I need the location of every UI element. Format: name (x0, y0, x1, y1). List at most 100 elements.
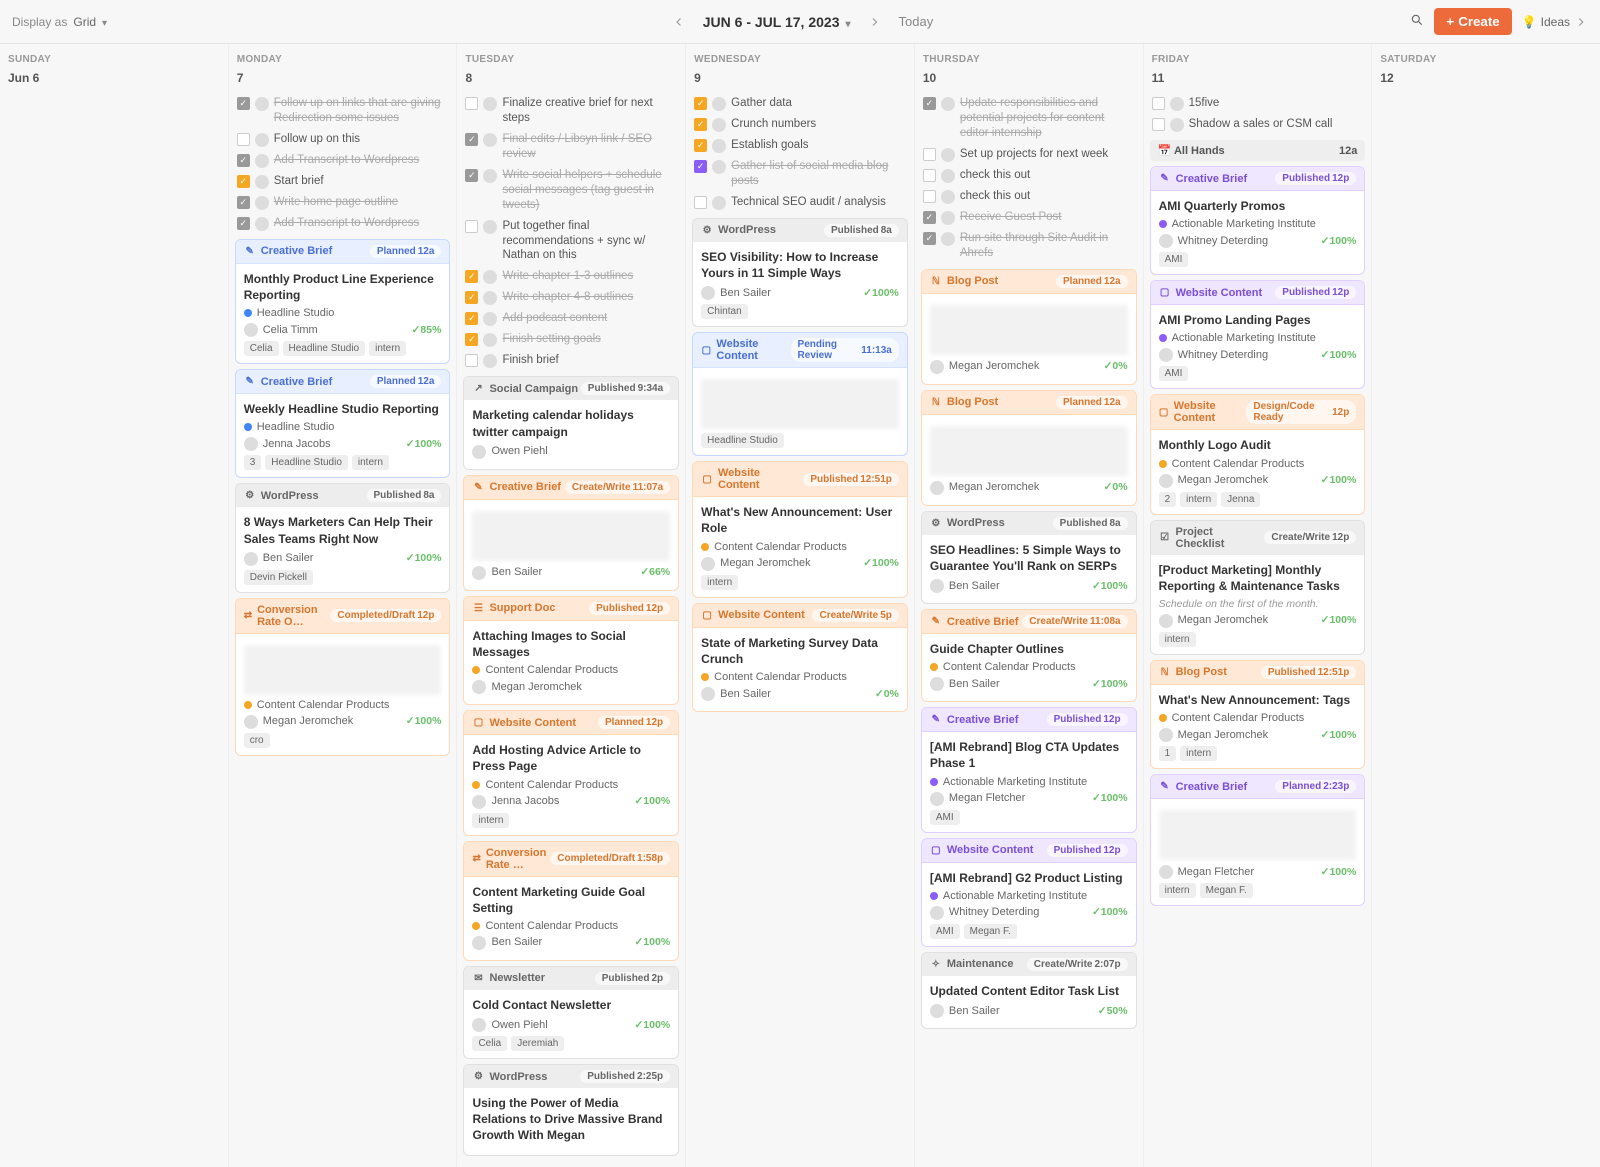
task-checkbox[interactable] (694, 196, 707, 209)
task-row[interactable]: Add podcast content (463, 308, 679, 329)
tag[interactable]: Chintan (701, 304, 747, 319)
task-checkbox[interactable] (694, 97, 707, 110)
content-card[interactable]: ✎Creative BriefPlanned 12aWeekly Headlin… (235, 369, 451, 478)
content-card[interactable]: ☑Project ChecklistCreate/Write 12p[Produ… (1150, 520, 1366, 655)
content-card[interactable]: ▢Website ContentCreate/Write 5pState of … (692, 603, 908, 712)
task-row[interactable]: Technical SEO audit / analysis (692, 192, 908, 213)
tag[interactable]: Jenna (1221, 492, 1260, 507)
task-checkbox[interactable] (465, 333, 478, 346)
content-card[interactable]: ▢Website ContentPlanned 12pAdd Hosting A… (463, 710, 679, 835)
task-row[interactable]: check this out (921, 186, 1137, 207)
content-card[interactable]: ↗Social CampaignPublished 9:34aMarketing… (463, 376, 679, 469)
tag[interactable]: 1 (1159, 746, 1177, 761)
task-row[interactable]: Finalize creative brief for next steps (463, 93, 679, 129)
task-row[interactable]: 15five (1150, 93, 1366, 114)
content-card[interactable]: ▢Website ContentPublished 12pAMI Promo L… (1150, 280, 1366, 389)
task-checkbox[interactable] (237, 196, 250, 209)
content-card[interactable]: ✧MaintenanceCreate/Write 2:07pUpdated Co… (921, 952, 1137, 1029)
content-card[interactable]: ⚙WordPressPublished 8a8 Ways Marketers C… (235, 483, 451, 592)
content-card[interactable]: ℕBlog PostPlanned 12aMegan Jeromchek✓0% (921, 269, 1137, 385)
task-checkbox[interactable] (923, 148, 936, 161)
tag[interactable]: Megan F. (1200, 883, 1253, 898)
next-range-button[interactable] (863, 10, 887, 34)
task-row[interactable]: Write chapter 4-8 outlines (463, 287, 679, 308)
task-row[interactable]: Finish brief (463, 350, 679, 371)
tag[interactable]: Celia (244, 341, 279, 356)
tag[interactable]: Headline Studio (283, 341, 366, 356)
task-checkbox[interactable] (237, 133, 250, 146)
task-row[interactable]: Gather data (692, 93, 908, 114)
task-row[interactable]: Put together final recommendations + syn… (463, 216, 679, 267)
task-checkbox[interactable] (465, 291, 478, 304)
content-card[interactable]: ⚙WordPressPublished 8aSEO Visibility: Ho… (692, 218, 908, 327)
task-row[interactable]: check this out (921, 165, 1137, 186)
task-row[interactable]: Run site through Site Audit in Ahrefs (921, 228, 1137, 264)
task-row[interactable]: Add Transcript to Wordpress (235, 150, 451, 171)
content-card[interactable]: ℕBlog PostPlanned 12aMegan Jeromchek✓0% (921, 390, 1137, 506)
content-card[interactable]: ⚙WordPressPublished 8aSEO Headlines: 5 S… (921, 511, 1137, 604)
tag[interactable]: AMI (930, 924, 960, 939)
create-button[interactable]: + Create (1434, 8, 1511, 35)
display-mode-select[interactable]: Grid (73, 15, 107, 29)
content-card[interactable]: ✎Creative BriefCreate/Write 11:08aGuide … (921, 609, 1137, 702)
tag[interactable]: intern (352, 455, 389, 470)
task-row[interactable]: Write social helpers + schedule social m… (463, 165, 679, 216)
task-checkbox[interactable] (237, 175, 250, 188)
task-checkbox[interactable] (465, 354, 478, 367)
task-checkbox[interactable] (923, 232, 936, 245)
task-checkbox[interactable] (465, 312, 478, 325)
content-card[interactable]: ✎Creative BriefCreate/Write 11:07aBen Sa… (463, 475, 679, 591)
task-checkbox[interactable] (465, 133, 478, 146)
task-checkbox[interactable] (237, 97, 250, 110)
task-checkbox[interactable] (465, 220, 478, 233)
task-checkbox[interactable] (694, 118, 707, 131)
task-checkbox[interactable] (923, 97, 936, 110)
tag[interactable]: intern (1180, 492, 1217, 507)
task-row[interactable]: Finish setting goals (463, 329, 679, 350)
tag[interactable]: AMI (1159, 252, 1189, 267)
content-card[interactable]: ✎Creative BriefPublished 12p[AMI Rebrand… (921, 707, 1137, 832)
ideas-button[interactable]: 💡 Ideas (1522, 15, 1588, 29)
task-row[interactable]: Gather list of social media blog posts (692, 156, 908, 192)
content-card[interactable]: ℕBlog PostPublished 12:51pWhat's New Ann… (1150, 660, 1366, 769)
content-card[interactable]: ▢Website ContentPending Review 11:13aHea… (692, 332, 908, 456)
content-card[interactable]: ✎Creative BriefPlanned 12aMonthly Produc… (235, 239, 451, 364)
tag[interactable]: Jeremiah (511, 1036, 564, 1051)
tag[interactable]: Headline Studio (265, 455, 348, 470)
content-card[interactable]: ⇄Conversion Rate O…Completed/Draft 12pCo… (235, 598, 451, 756)
task-row[interactable]: Follow up on this (235, 129, 451, 150)
content-card[interactable]: ✎Creative BriefPublished 12pAMI Quarterl… (1150, 166, 1366, 275)
tag[interactable]: Megan F. (964, 924, 1017, 939)
tag[interactable]: Devin Pickell (244, 570, 313, 585)
task-checkbox[interactable] (923, 169, 936, 182)
content-card[interactable]: ⚙WordPressPublished 2:25pUsing the Power… (463, 1064, 679, 1156)
task-checkbox[interactable] (694, 139, 707, 152)
tag[interactable]: intern (1159, 632, 1196, 647)
task-checkbox[interactable] (465, 169, 478, 182)
task-checkbox[interactable] (465, 270, 478, 283)
task-row[interactable]: Crunch numbers (692, 114, 908, 135)
tag[interactable]: 3 (244, 455, 262, 470)
date-range-picker[interactable]: JUN 6 - JUL 17, 2023 (703, 14, 851, 30)
content-card[interactable]: ▢Website ContentDesign/Code Ready 12pMon… (1150, 394, 1366, 514)
task-row[interactable]: Establish goals (692, 135, 908, 156)
task-checkbox[interactable] (465, 97, 478, 110)
tag[interactable]: intern (1159, 883, 1196, 898)
task-row[interactable]: Shadow a sales or CSM call (1150, 114, 1366, 135)
tag[interactable]: Headline Studio (701, 433, 784, 448)
tag[interactable]: intern (369, 341, 406, 356)
task-row[interactable]: Write home page outline (235, 192, 451, 213)
content-card[interactable]: ⇄Conversion Rate …Completed/Draft 1:58pC… (463, 841, 679, 961)
content-card[interactable]: ✉NewsletterPublished 2pCold Contact News… (463, 966, 679, 1059)
content-card[interactable]: ▢Website ContentPublished 12:51pWhat's N… (692, 461, 908, 597)
tag[interactable]: 2 (1159, 492, 1177, 507)
tag[interactable]: intern (1180, 746, 1217, 761)
task-row[interactable]: Final edits / Libsyn link / SEO review (463, 129, 679, 165)
task-row[interactable]: Write chapter 1-3 outlines (463, 266, 679, 287)
content-card[interactable]: ✎Creative BriefPlanned 2:23pMegan Fletch… (1150, 774, 1366, 906)
task-checkbox[interactable] (237, 154, 250, 167)
today-button[interactable]: Today (899, 14, 934, 29)
search-button[interactable] (1410, 13, 1424, 30)
task-row[interactable]: Start brief (235, 171, 451, 192)
tag[interactable]: AMI (1159, 366, 1189, 381)
